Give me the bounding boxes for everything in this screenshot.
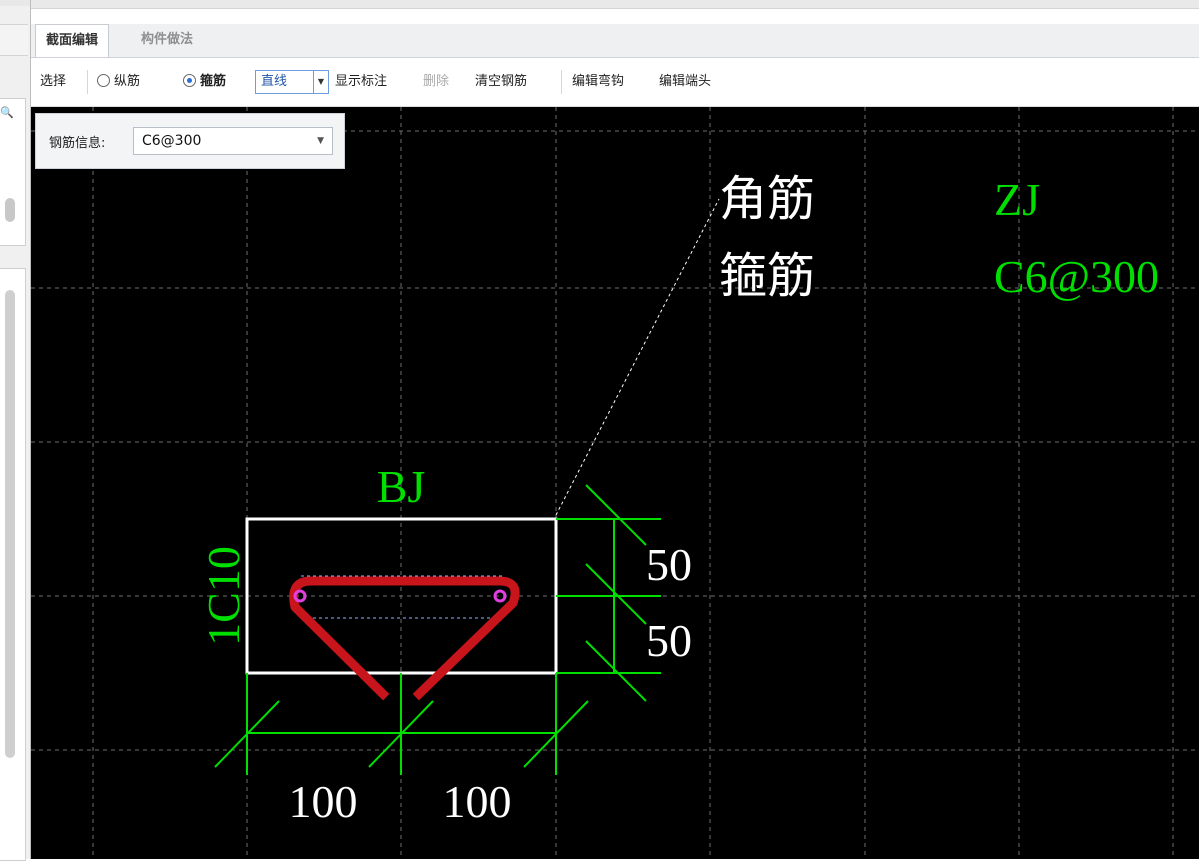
radio-stirrup[interactable]: 箍筋 <box>183 70 226 94</box>
chevron-down-icon[interactable]: ▼ <box>313 71 328 93</box>
draw-mode-select[interactable]: 直线 ▼ <box>255 70 329 94</box>
left-panel-header <box>0 24 28 56</box>
radio-longitudinal-indicator <box>97 74 110 87</box>
clear-rebar-button[interactable]: 清空钢筋 <box>475 70 527 94</box>
left-panel-scrollbar[interactable] <box>5 198 15 222</box>
radio-stirrup-indicator <box>183 74 196 87</box>
rebar-info-select[interactable]: C6@300 ▼ <box>133 127 333 155</box>
rebar-info-panel: 钢筋信息: C6@300 ▼ <box>35 113 345 169</box>
toolbar: 选择 纵筋 箍筋 直线 ▼ 显示标注 删除 清空钢筋 编辑弯钩 编辑端头 <box>31 58 1199 107</box>
dimension-label-horizontal-2: 100 <box>443 776 512 827</box>
rebar-info-value: C6@300 <box>142 133 202 149</box>
toolbar-separator <box>561 70 562 94</box>
radio-longitudinal-label: 纵筋 <box>114 74 141 89</box>
select-button[interactable]: 选择 <box>40 70 66 94</box>
edit-end-button[interactable]: 编辑端头 <box>659 70 711 94</box>
search-icon[interactable]: 🔍 <box>0 106 14 119</box>
toolbar-separator <box>87 70 88 94</box>
annotation-label-corner: 角筋 <box>719 173 815 226</box>
tab-component-method[interactable]: 构件做法 <box>131 24 203 56</box>
corner-bar-node-right <box>493 589 507 603</box>
top-edge-label: BJ <box>377 461 426 512</box>
left-panel: 🔍 <box>0 0 30 861</box>
horizontal-dimension <box>214 673 589 775</box>
top-band <box>31 0 1199 9</box>
radio-stirrup-label: 箍筋 <box>200 74 227 89</box>
leader-line <box>555 198 720 516</box>
chevron-down-icon[interactable]: ▼ <box>317 128 324 154</box>
vertical-dimension <box>556 484 661 702</box>
show-dimension-button[interactable]: 显示标注 <box>335 70 387 94</box>
tab-bar: 截面编辑 构件做法 <box>31 24 1199 58</box>
delete-button[interactable]: 删除 <box>423 70 449 94</box>
side-rebar-label: 1C10 <box>198 546 249 646</box>
tab-section-edit[interactable]: 截面编辑 <box>35 24 110 57</box>
dimension-label-vertical-2: 50 <box>646 615 692 666</box>
draw-mode-value: 直线 <box>261 74 288 89</box>
annotation-code-corner: ZJ <box>994 174 1040 225</box>
annotation-label-stirrup: 箍筋 <box>719 250 815 303</box>
corner-bar-node-left <box>293 589 307 603</box>
radio-longitudinal[interactable]: 纵筋 <box>97 70 140 94</box>
drawing-canvas[interactable]: 角筋 箍筋 ZJ C6@300 BJ 1C10 50 50 100 100 <box>31 107 1199 859</box>
dimension-label-horizontal-1: 100 <box>289 776 358 827</box>
stirrup-shape <box>289 576 520 701</box>
rebar-info-label: 钢筋信息: <box>49 136 106 151</box>
edit-hook-button[interactable]: 编辑弯钩 <box>572 70 624 94</box>
annotation-code-stirrup: C6@300 <box>994 251 1159 302</box>
left-panel-scrollbar-lower[interactable] <box>5 290 15 758</box>
left-panel-list <box>0 98 26 246</box>
left-panel-top <box>0 0 30 6</box>
dimension-label-vertical-1: 50 <box>646 539 692 590</box>
section-drawing[interactable]: 角筋 箍筋 ZJ C6@300 BJ 1C10 50 50 100 100 <box>31 107 1199 859</box>
